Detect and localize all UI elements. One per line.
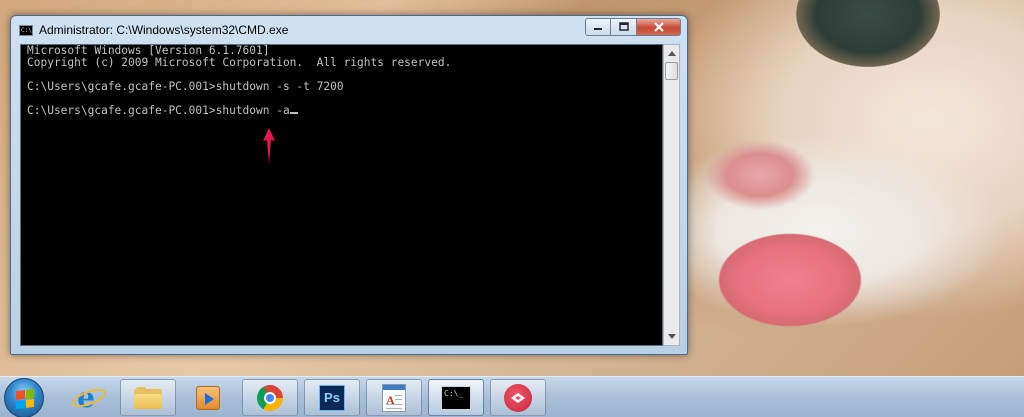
document-icon: A [382,383,406,412]
close-icon [653,22,664,32]
maximize-icon [618,22,629,31]
scroll-up-button[interactable] [664,45,679,61]
taskbar-item-media-player[interactable] [180,379,236,416]
taskbar-item-file-explorer[interactable] [120,379,176,416]
taskbar-item-photoshop[interactable]: Ps [304,379,360,416]
console-output[interactable]: Microsoft Windows [Version 6.1.7601] Cop… [20,44,663,346]
taskbar: e Ps A C:\_ [0,376,1024,417]
media-player-icon [196,385,220,410]
folder-icon [134,386,162,409]
maximize-button[interactable] [611,18,637,36]
scroll-down-button[interactable] [664,329,679,345]
cmd-window[interactable]: C:\ Administrator: C:\Windows\system32\C… [10,15,688,355]
taskbar-item-internet-explorer[interactable]: e [58,379,114,416]
console-line: Copyright (c) 2009 Microsoft Corporation… [27,56,452,69]
cmd-icon: C:\_ [441,385,471,410]
console-current-line[interactable]: C:\Users\gcafe.gcafe-PC.001>shutdown -a [27,105,656,117]
windows-start-icon [16,389,34,409]
vertical-scrollbar[interactable] [663,44,680,346]
close-button[interactable] [637,18,681,36]
ie-icon: e [69,381,109,414]
red-arrow-icon [263,128,275,164]
taskbar-item-chrome[interactable] [242,379,298,416]
text-cursor [289,112,298,114]
window-title: Administrator: C:\Windows\system32\CMD.e… [39,23,289,37]
cmd-icon[interactable]: C:\ [19,24,33,36]
window-titlebar[interactable]: C:\ Administrator: C:\Windows\system32\C… [11,16,687,44]
start-button[interactable] [4,378,44,417]
minimize-icon [594,28,602,30]
chrome-icon [257,384,283,411]
red-circle-app-icon [504,383,532,412]
taskbar-item-command-prompt[interactable]: C:\_ [428,379,484,416]
minimize-button[interactable] [585,18,611,36]
taskbar-item-red-app[interactable] [490,379,546,416]
chevron-down-icon [667,334,676,339]
taskbar-item-document-app[interactable]: A [366,379,422,416]
scroll-thumb[interactable] [665,62,678,80]
window-controls [585,18,681,36]
console-line: C:\Users\gcafe.gcafe-PC.001>shutdown -s … [27,80,344,93]
chevron-up-icon [667,51,676,56]
console-command-text: C:\Users\gcafe.gcafe-PC.001>shutdown -a [27,104,290,117]
photoshop-icon: Ps [319,384,345,411]
